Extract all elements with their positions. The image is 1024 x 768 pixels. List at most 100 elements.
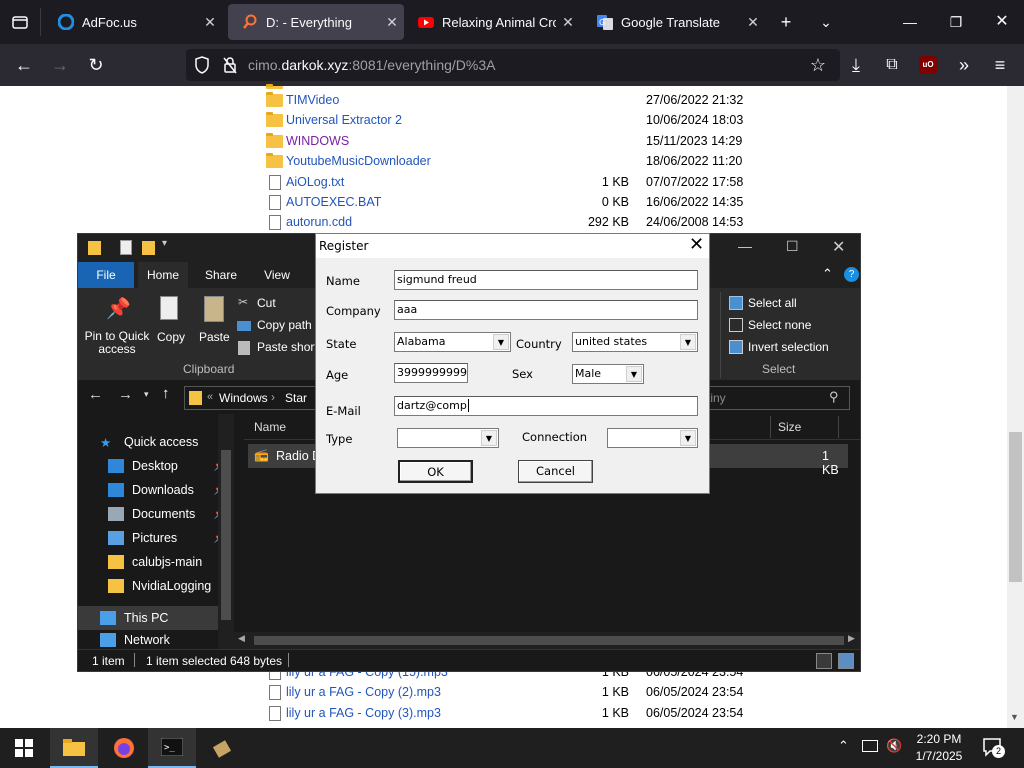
- listing-link[interactable]: AiOLog.txt: [286, 175, 344, 189]
- close-tab-icon[interactable]: ✕: [741, 14, 765, 31]
- listing-link[interactable]: WINDOWS: [286, 134, 349, 148]
- page-scrollbar[interactable]: [1007, 86, 1024, 728]
- collapse-ribbon-icon[interactable]: ⌃: [822, 266, 833, 282]
- select-all-button[interactable]: Select all: [748, 296, 797, 310]
- extensions-icon[interactable]: ⧉: [876, 44, 908, 86]
- back-icon[interactable]: ←: [88, 386, 103, 403]
- age-field[interactable]: 399999999999: [394, 363, 468, 383]
- explorer-minimize-icon[interactable]: —: [738, 238, 752, 254]
- breadcrumb-windows[interactable]: Windows: [219, 391, 268, 405]
- listing-link[interactable]: Universal Extractor 2: [286, 113, 402, 127]
- listing-row[interactable]: AUTOEXEC.BAT 0 KB 16/06/2022 14:35: [266, 193, 746, 213]
- nav-item-downloads[interactable]: Downloads📌: [108, 478, 226, 502]
- close-tab-icon[interactable]: ✕: [556, 14, 580, 31]
- tab-share[interactable]: Share: [198, 262, 244, 288]
- notification-center-icon[interactable]: 2: [982, 737, 1005, 758]
- help-icon[interactable]: ?: [844, 267, 859, 282]
- tab-home[interactable]: Home: [138, 262, 188, 288]
- tab-adfocus[interactable]: AdFoc.us ✕: [44, 0, 222, 44]
- ublock-icon[interactable]: uO: [919, 56, 937, 74]
- listing-row[interactable]: TIMVideo 27/06/2022 21:32: [266, 91, 746, 111]
- paste-button[interactable]: Paste: [199, 330, 230, 344]
- nav-item-network[interactable]: Network: [100, 629, 218, 647]
- cut-button[interactable]: Cut: [257, 296, 276, 310]
- back-icon[interactable]: ←: [8, 44, 40, 86]
- tab-google-translate[interactable]: G Google Translate ✕: [583, 0, 765, 44]
- close-tab-icon[interactable]: ✕: [198, 14, 222, 31]
- name-field[interactable]: sigmund freud: [394, 270, 698, 290]
- scroll-right-icon[interactable]: ▶: [848, 633, 855, 644]
- address-bar[interactable]: « Windows › Star: [184, 386, 324, 410]
- state-select[interactable]: Alabama ▼: [394, 332, 511, 352]
- taskbar-terminal[interactable]: >_: [148, 728, 196, 768]
- type-select[interactable]: ▼: [397, 428, 499, 448]
- menu-icon[interactable]: ≡: [984, 44, 1016, 86]
- search-icon[interactable]: ⚲: [829, 389, 839, 405]
- nav-item-calubjs-main[interactable]: calubjs-main: [108, 550, 226, 574]
- listing-row[interactable]: autorun.cdd 292 KB 24/06/2008 14:53: [266, 213, 746, 233]
- chevron-down-icon[interactable]: ▼: [626, 366, 642, 382]
- recent-locations-icon[interactable]: ▾: [144, 389, 149, 400]
- show-hidden-icons-icon[interactable]: ⌃: [838, 738, 849, 754]
- page-info-icon[interactable]: [222, 56, 238, 77]
- listing-row[interactable]: lily ur a FAG - Copy (3).mp3 1 KB 06/05/20…: [266, 704, 746, 724]
- new-tab-icon[interactable]: +: [770, 0, 802, 44]
- clock[interactable]: 2:20 PM 1/7/2025: [906, 731, 972, 765]
- nav-item-this-pc[interactable]: This PC: [78, 606, 218, 630]
- nav-item-quick-access[interactable]: ★ Quick access: [100, 430, 218, 454]
- minimize-icon[interactable]: —: [890, 0, 930, 44]
- paste-shortcut-button[interactable]: Paste short: [257, 340, 318, 354]
- more-tools-icon[interactable]: »: [948, 44, 980, 86]
- close-icon[interactable]: ✕: [684, 234, 709, 258]
- connection-select[interactable]: ▼: [607, 428, 698, 448]
- nav-item-desktop[interactable]: Desktop📌: [108, 454, 226, 478]
- column-size[interactable]: Size: [778, 420, 801, 434]
- listing-link[interactable]: autorun.cdd: [286, 215, 352, 229]
- listing-link[interactable]: AUTOEXEC.BAT: [286, 195, 381, 209]
- list-tabs-icon[interactable]: ⌄: [810, 0, 842, 44]
- listing-row[interactable]: AiOLog.txt 1 KB 07/07/2022 17:58: [266, 173, 746, 193]
- customize-toolbar-icon[interactable]: ▾: [162, 238, 167, 249]
- downloads-icon[interactable]: ⤓: [840, 44, 872, 86]
- chevron-down-icon[interactable]: ▼: [680, 334, 696, 350]
- invert-selection-button[interactable]: Invert selection: [748, 340, 829, 354]
- listing-row[interactable]: YoutubeMusicDownloader 18/06/2022 11:20: [266, 152, 746, 172]
- url-bar[interactable]: cimo.darkok.xyz:8081/everything/D%3A: [186, 49, 840, 81]
- page-scrollbar-thumb[interactable]: [1009, 432, 1022, 582]
- cancel-button[interactable]: Cancel: [518, 460, 593, 483]
- listing-row[interactable]: lily ur a FAG - Copy (2).mp3 1 KB 06/05/20…: [266, 683, 746, 703]
- taskbar-app[interactable]: [198, 728, 246, 768]
- breadcrumb-start[interactable]: Star: [285, 391, 307, 405]
- pin-quick-access-button[interactable]: Pin to Quick access: [84, 330, 150, 356]
- large-icons-view-icon[interactable]: [838, 653, 854, 669]
- close-tab-icon[interactable]: ✕: [380, 14, 404, 31]
- explorer-maximize-icon[interactable]: ☐: [786, 238, 799, 255]
- chevron-down-icon[interactable]: ▼: [493, 334, 509, 350]
- bookmark-star-icon[interactable]: ☆: [802, 44, 834, 86]
- ok-button[interactable]: OK: [398, 460, 473, 483]
- listing-link[interactable]: TIMVideo: [286, 93, 339, 107]
- chevron-down-icon[interactable]: ▼: [680, 430, 696, 446]
- new-folder-icon[interactable]: [142, 241, 155, 255]
- details-view-icon[interactable]: [816, 653, 832, 669]
- listing-row[interactable]: Universal Extractor 2 10/06/2024 18:03: [266, 111, 746, 131]
- address-overflow[interactable]: «: [207, 391, 213, 403]
- nav-pane-scrollbar-thumb[interactable]: [221, 450, 231, 620]
- sex-select[interactable]: Male ▼: [572, 364, 644, 384]
- forward-icon[interactable]: →: [44, 44, 76, 86]
- up-icon[interactable]: ↑: [162, 385, 170, 402]
- url-text[interactable]: cimo.darkok.xyz:8081/everything/D%3A: [248, 49, 495, 81]
- select-none-button[interactable]: Select none: [748, 318, 811, 332]
- email-field[interactable]: dartz@comp: [394, 396, 698, 416]
- country-select[interactable]: united states ▼: [572, 332, 698, 352]
- tab-everything[interactable]: D: - Everything ✕: [228, 4, 404, 40]
- tab-overview-icon[interactable]: [4, 0, 36, 47]
- scroll-left-icon[interactable]: ◀: [238, 633, 245, 644]
- properties-icon[interactable]: [120, 240, 132, 255]
- tab-youtube[interactable]: Relaxing Animal Crossing ✕: [404, 0, 580, 44]
- scroll-down-icon[interactable]: ▼: [1010, 712, 1019, 722]
- volume-muted-icon[interactable]: 🔇: [886, 738, 902, 754]
- tab-view[interactable]: View: [254, 262, 300, 288]
- company-field[interactable]: aaa: [394, 300, 698, 320]
- forward-icon[interactable]: →: [118, 386, 133, 403]
